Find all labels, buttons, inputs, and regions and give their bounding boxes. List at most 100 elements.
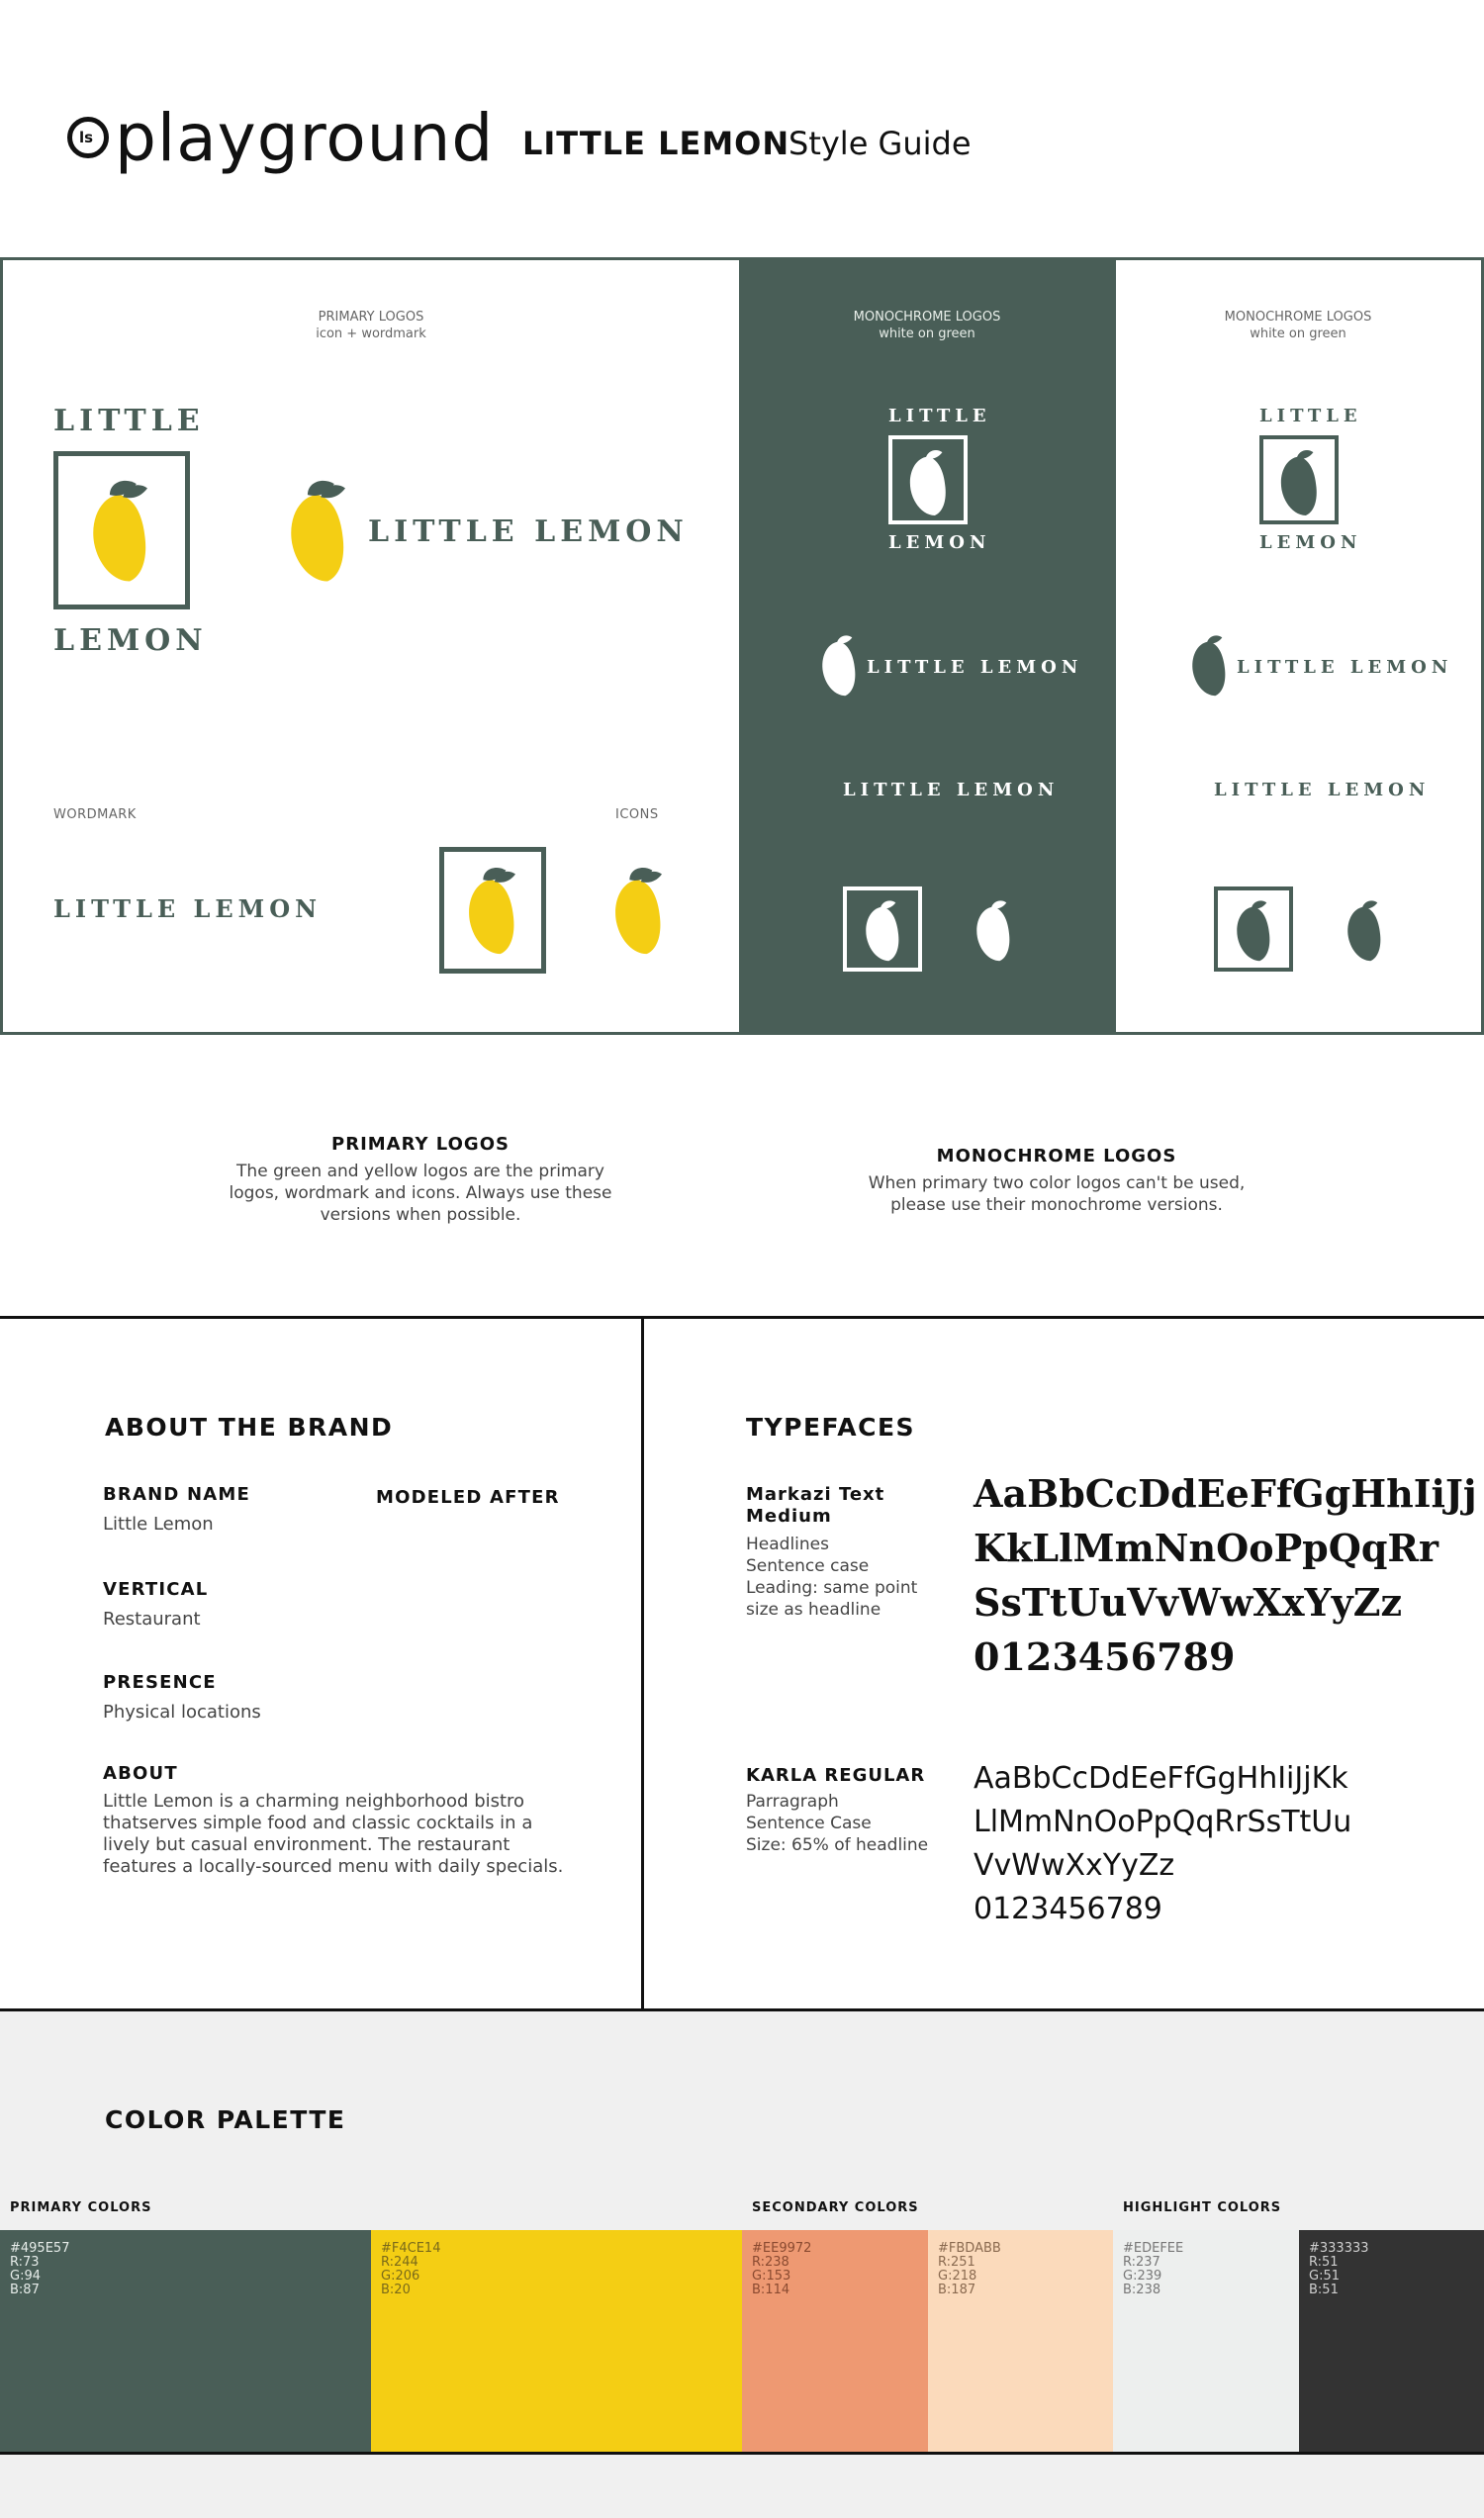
wordmark-label: WORDMARK: [53, 807, 137, 822]
stacked-logo-little: LITTLE: [53, 404, 205, 438]
about-line: features a locally-sourced menu with dai…: [103, 1856, 564, 1877]
lemon-icon: [615, 868, 662, 955]
serif-desc: Leading: same point: [746, 1578, 918, 1598]
caption-sub: white on green: [879, 326, 975, 341]
swatch-g: G:51: [1309, 2269, 1340, 2284]
lemon-icon: [909, 449, 946, 515]
serif-sample-line: 0123456789: [974, 1634, 1236, 1679]
page-title: LITTLE LEMON: [522, 125, 790, 162]
swatch-values: #EDEFEE R:237 G:239 B:238: [1123, 2242, 1183, 2297]
caption-title: MONOCHROME LOGOS: [1224, 310, 1372, 325]
lemon-icon: [866, 900, 899, 962]
brand-wordmark: playground: [115, 100, 495, 176]
swatch-r: R:73: [10, 2255, 40, 2270]
swatch-values: #333333 R:51 G:51 B:51: [1309, 2242, 1369, 2297]
swatch-g: G:206: [381, 2269, 420, 2284]
sans-sample-line: VvWwXxYyZz: [974, 1848, 1175, 1883]
about-line: lively but casual environment. The resta…: [103, 1834, 510, 1855]
presence-value: Physical locations: [103, 1702, 261, 1723]
swatch-g: G:218: [938, 2269, 977, 2284]
sans-specimen: AaBbCcDdEeFfGgHhIiJjKk LlMmNnOoPpQqRrSsT…: [974, 1757, 1468, 1931]
sans-name: KARLA REGULAR: [746, 1765, 926, 1786]
section-divider: [641, 1316, 644, 2011]
swatch-hex: #333333: [1309, 2241, 1369, 2256]
about-brand-title: ABOUT THE BRAND: [105, 1413, 394, 1442]
swatch-yellow: #F4CE14 R:244 G:206 B:20: [371, 2230, 742, 2452]
mono-green-caption: MONOCHROME LOGOS white on green: [1174, 309, 1422, 342]
serif-weight: Medium: [746, 1506, 832, 1527]
vertical-value: Restaurant: [103, 1609, 201, 1630]
lemon-icon: [1347, 900, 1381, 962]
swatch-b: B:238: [1123, 2283, 1161, 2297]
wordmark-logo: LITTLE LEMON: [53, 894, 323, 923]
about-text: Little Lemon is a charming neighborhood …: [103, 1791, 617, 1878]
mono-green-horizontal: LITTLE LEMON: [1237, 657, 1453, 678]
serif-sample-line: SsTtUuVvWwXxYyZz: [974, 1580, 1403, 1625]
lemon-icon: [469, 868, 515, 955]
palette-bottom-rule: [0, 2452, 1484, 2455]
swatch-salmon: #EE9972 R:238 G:153 B:114: [742, 2230, 928, 2452]
sans-desc: Parragraph: [746, 1792, 839, 1812]
about-label: ABOUT: [103, 1763, 178, 1784]
swatch-r: R:251: [938, 2255, 975, 2270]
swatch-b: B:20: [381, 2283, 411, 2297]
about-line: thatserves simple food and classic cockt…: [103, 1813, 533, 1833]
primary-logos-caption: PRIMARY LOGOS icon + wordmark: [247, 309, 495, 342]
serif-desc: size as headline: [746, 1600, 881, 1620]
primary-logos-title: PRIMARY LOGOS: [331, 1134, 510, 1155]
secondary-colors-label: SECONDARY COLORS: [752, 2200, 919, 2215]
swatch-b: B:87: [10, 2283, 40, 2297]
caption-title: MONOCHROME LOGOS: [853, 310, 1001, 325]
swatch-values: #FBDABB R:251 G:218 B:187: [938, 2242, 1001, 2297]
swatch-hex: #EDEFEE: [1123, 2241, 1184, 2256]
swatch-values: #495E57 R:73 G:94 B:87: [10, 2242, 69, 2297]
swatch-g: G:239: [1123, 2269, 1162, 2284]
stacked-logo-lemon: LEMON: [53, 623, 208, 658]
lemon-icon: [1237, 900, 1270, 962]
swatch-light: #EDEFEE R:237 G:239 B:238: [1113, 2230, 1299, 2452]
swatch-values: #F4CE14 R:244 G:206 B:20: [381, 2242, 440, 2297]
serif-sample-line: KkLlMmNnOoPpQqRr: [974, 1526, 1439, 1570]
serif-desc: Headlines: [746, 1535, 829, 1554]
highlight-colors-label: HIGHLIGHT COLORS: [1123, 2200, 1282, 2215]
serif-desc: Sentence case: [746, 1556, 870, 1576]
mono-white-wordmark: LITTLE LEMON: [843, 780, 1060, 800]
swatch-r: R:237: [1123, 2255, 1160, 2270]
serif-name: Markazi Text: [746, 1484, 885, 1505]
caption-title: PRIMARY LOGOS: [318, 310, 424, 325]
mono-white-horizontal: LITTLE LEMON: [867, 657, 1083, 678]
mono-green-lemon: LEMON: [1259, 532, 1362, 553]
brand-mark-text: ls: [79, 129, 94, 146]
monochrome-logos-line-2: please use their monochrome versions.: [890, 1195, 1223, 1215]
monochrome-logos-line-1: When primary two color logos can't be us…: [868, 1173, 1246, 1193]
primary-logos-line-3: versions when possible.: [320, 1205, 521, 1225]
serif-sample-line: AaBbCcDdEeFfGgHhIiJj: [974, 1471, 1477, 1516]
swatch-r: R:51: [1309, 2255, 1339, 2270]
sans-sample-line: LlMmNnOoPpQqRrSsTtUu: [974, 1805, 1352, 1839]
mono-green-wordmark: LITTLE LEMON: [1214, 780, 1431, 800]
swatch-peach: #FBDABB R:251 G:218 B:187: [928, 2230, 1113, 2452]
caption-sub: white on green: [1250, 326, 1346, 341]
mono-white-little: LITTLE: [888, 406, 991, 426]
swatch-b: B:187: [938, 2283, 976, 2297]
color-palette-title: COLOR PALETTE: [105, 2105, 346, 2134]
sans-desc: Sentence Case: [746, 1814, 872, 1833]
monochrome-green-panel: [739, 257, 1116, 1035]
typefaces-title: TYPEFACES: [746, 1413, 916, 1442]
sans-sample-line: AaBbCcDdEeFfGgHhIiJjKk: [974, 1761, 1348, 1796]
swatch-b: B:114: [752, 2283, 790, 2297]
monochrome-logos-title: MONOCHROME LOGOS: [936, 1146, 1177, 1166]
swatch-hex: #F4CE14: [381, 2241, 441, 2256]
mono-white-lemon: LEMON: [888, 532, 991, 553]
swatch-b: B:51: [1309, 2283, 1339, 2297]
horizontal-logo-wordmark: LITTLE LEMON: [368, 514, 689, 549]
caption-sub: icon + wordmark: [316, 326, 426, 341]
swatch-values: #EE9972 R:238 G:153 B:114: [752, 2242, 811, 2297]
sans-sample-line: 0123456789: [974, 1892, 1162, 1926]
serif-specimen: AaBbCcDdEeFfGgHhIiJj KkLlMmNnOoPpQqRr Ss…: [974, 1466, 1477, 1684]
brand-mark-icon: ls: [67, 117, 109, 158]
swatch-r: R:244: [381, 2255, 418, 2270]
swatch-green: #495E57 R:73 G:94 B:87: [0, 2230, 371, 2452]
swatch-g: G:153: [752, 2269, 791, 2284]
lemon-icon: [1280, 449, 1317, 515]
